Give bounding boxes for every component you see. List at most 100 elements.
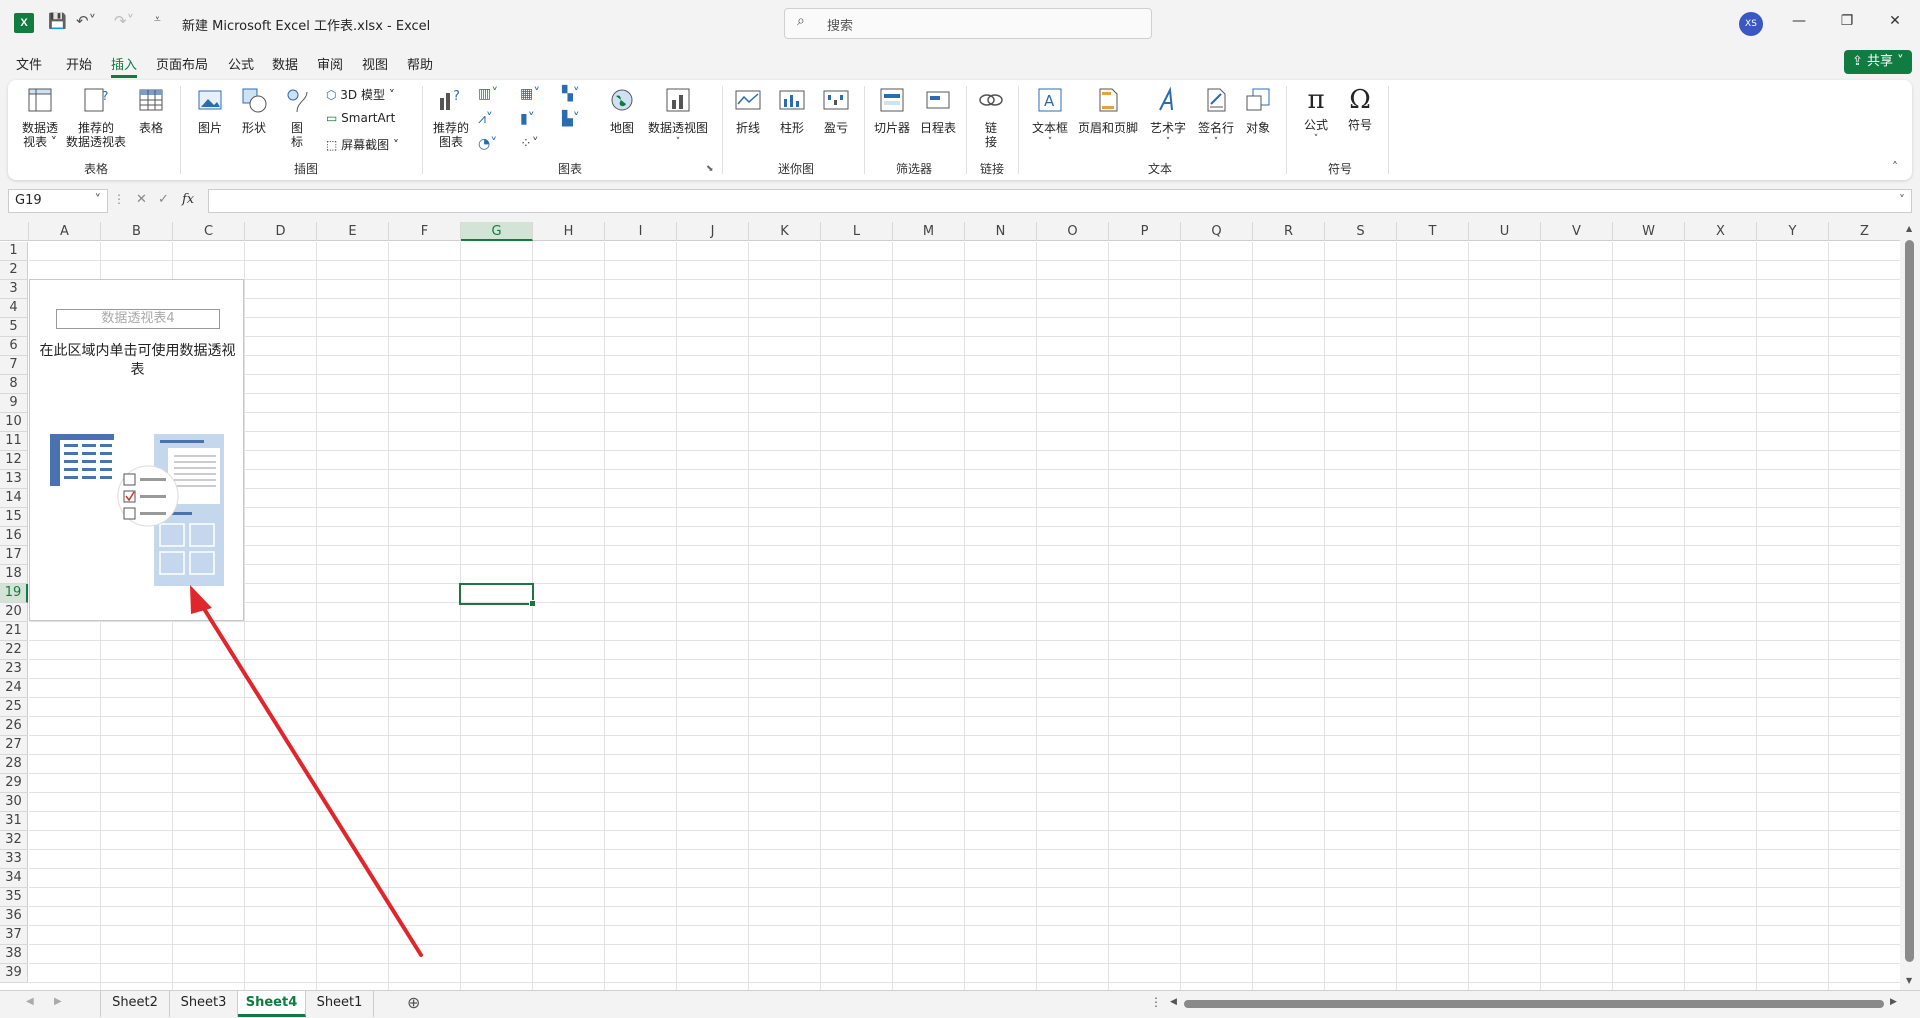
waterfall-chart-icon[interactable]: ▚˅ xyxy=(562,86,580,102)
sheet-tab-sheet2[interactable]: Sheet2 xyxy=(100,991,170,1017)
row-header[interactable]: 11 xyxy=(0,432,28,451)
row-header[interactable]: 4 xyxy=(0,299,28,318)
column-header[interactable]: S xyxy=(1325,222,1397,241)
column-header[interactable]: I xyxy=(605,222,677,241)
column-header[interactable]: X xyxy=(1685,222,1757,241)
tab-page-layout[interactable]: 页面布局 xyxy=(156,54,208,73)
hierarchy-chart-icon[interactable]: ▦˅ xyxy=(520,86,540,102)
row-header[interactable]: 23 xyxy=(0,660,28,679)
tab-file[interactable]: 文件 xyxy=(16,54,42,73)
column-header[interactable]: D xyxy=(245,222,317,241)
row-header[interactable]: 20 xyxy=(0,603,28,622)
pictures-button[interactable]: 图片 xyxy=(194,86,226,135)
column-header[interactable]: G xyxy=(461,222,533,241)
column-header[interactable]: E xyxy=(317,222,389,241)
header-footer-button[interactable]: 页眉和页脚 xyxy=(1076,86,1140,135)
more-options-icon[interactable]: ⋮ xyxy=(1150,995,1162,1009)
scroll-left-icon[interactable]: ◀ xyxy=(1170,997,1177,1007)
table-button[interactable]: 表格 xyxy=(134,86,168,135)
tab-insert[interactable]: 插入 xyxy=(111,54,138,78)
column-header[interactable]: Q xyxy=(1181,222,1253,241)
row-header[interactable]: 39 xyxy=(0,964,28,983)
signature-line-button[interactable]: 签名行 ˅ xyxy=(1194,86,1238,149)
pivot-table-placeholder[interactable]: 数据透视表4 在此区域内单击可使用数据透视表 xyxy=(29,279,244,621)
column-header[interactable]: O xyxy=(1037,222,1109,241)
column-header[interactable]: M xyxy=(893,222,965,241)
row-header[interactable]: 5 xyxy=(0,318,28,337)
vertical-scrollbar[interactable]: ▲ ▼ xyxy=(1900,222,1920,990)
tab-view[interactable]: 视图 xyxy=(362,54,388,73)
row-header[interactable]: 32 xyxy=(0,831,28,850)
minimize-icon[interactable]: — xyxy=(1784,13,1814,29)
sheet-tab-sheet3[interactable]: Sheet3 xyxy=(170,991,238,1017)
undo-icon[interactable]: ↶˅ xyxy=(76,12,96,30)
link-button[interactable]: 链 接 xyxy=(974,86,1008,149)
row-header[interactable]: 3 xyxy=(0,280,28,299)
row-header[interactable]: 15 xyxy=(0,508,28,527)
prev-sheet-icon[interactable]: ◀ xyxy=(26,996,34,1007)
scroll-down-icon[interactable]: ▼ xyxy=(1906,976,1912,985)
share-button[interactable]: ⇪ 共享 ˅ xyxy=(1844,50,1912,74)
column-header[interactable]: C xyxy=(173,222,245,241)
recommended-charts-button[interactable]: ? 推荐的 图表 xyxy=(432,86,470,149)
row-header[interactable]: 30 xyxy=(0,793,28,812)
pivotchart-button[interactable]: 数据透视图 ˅ xyxy=(646,86,710,149)
column-header[interactable]: P xyxy=(1109,222,1181,241)
column-header[interactable]: F xyxy=(389,222,461,241)
scatter-chart-icon[interactable]: ⁘˅ xyxy=(520,136,539,152)
object-button[interactable]: 对象 xyxy=(1240,86,1276,135)
sheet-tab-sheet4[interactable]: Sheet4 xyxy=(238,991,306,1017)
column-header[interactable]: H xyxy=(533,222,605,241)
add-sheet-icon[interactable]: ⊕ xyxy=(407,993,420,1012)
screenshot-button[interactable]: ⬚ 屏幕截图 ˅ xyxy=(326,136,399,153)
column-header[interactable]: U xyxy=(1469,222,1541,241)
column-header[interactable]: Z xyxy=(1829,222,1900,241)
tab-data[interactable]: 数据 xyxy=(272,54,298,73)
recommended-pivottable-button[interactable]: ? 推荐的 数据透视表 xyxy=(64,86,128,149)
column-header[interactable]: N xyxy=(965,222,1037,241)
row-header[interactable]: 9 xyxy=(0,394,28,413)
column-header[interactable]: T xyxy=(1397,222,1469,241)
row-header[interactable]: 10 xyxy=(0,413,28,432)
tab-home[interactable]: 开始 xyxy=(66,54,92,73)
row-header[interactable]: 14 xyxy=(0,489,28,508)
line-chart-icon[interactable]: ⩘˅ xyxy=(478,111,493,127)
vertical-scroll-thumb[interactable] xyxy=(1905,240,1914,962)
column-header[interactable]: K xyxy=(749,222,821,241)
timeline-button[interactable]: 日程表 xyxy=(918,86,958,135)
close-icon[interactable]: ✕ xyxy=(1880,13,1910,29)
pivottable-button[interactable]: 数据透 视表 ˅ xyxy=(18,86,62,149)
sparkline-winloss-button[interactable]: 盈亏 xyxy=(818,86,854,135)
collapse-ribbon-icon[interactable]: ˄ xyxy=(1892,160,1898,174)
row-header[interactable]: 24 xyxy=(0,679,28,698)
equation-button[interactable]: π 公式 ˅ xyxy=(1298,86,1334,146)
row-header[interactable]: 29 xyxy=(0,774,28,793)
expand-formula-icon[interactable]: ˅ xyxy=(1899,193,1905,207)
column-header[interactable]: A xyxy=(29,222,101,241)
column-header[interactable]: J xyxy=(677,222,749,241)
shapes-button[interactable]: 形状 xyxy=(238,86,270,135)
pie-chart-icon[interactable]: ◔˅ xyxy=(478,136,497,152)
row-header[interactable]: 36 xyxy=(0,907,28,926)
row-header[interactable]: 38 xyxy=(0,945,28,964)
smartart-button[interactable]: ▭ SmartArt xyxy=(326,111,395,125)
column-header[interactable]: B xyxy=(101,222,173,241)
formula-input[interactable]: ˅ xyxy=(208,189,1912,213)
row-header[interactable]: 12 xyxy=(0,451,28,470)
row-header[interactable]: 18 xyxy=(0,565,28,584)
customize-qat-icon[interactable]: ⩡ xyxy=(154,12,161,27)
row-header[interactable]: 28 xyxy=(0,755,28,774)
restore-icon[interactable]: ❐ xyxy=(1832,13,1862,29)
maps-button[interactable]: 地图 xyxy=(606,86,638,135)
column-header[interactable]: R xyxy=(1253,222,1325,241)
symbol-button[interactable]: Ω 符号 xyxy=(1342,86,1378,132)
row-header[interactable]: 8 xyxy=(0,375,28,394)
search-input[interactable]: ⌕ 搜索 xyxy=(784,8,1152,39)
sheet-tab-sheet1[interactable]: Sheet1 xyxy=(306,991,374,1017)
row-header[interactable]: 25 xyxy=(0,698,28,717)
3d-models-button[interactable]: ⬡ 3D 模型 ˅ xyxy=(326,86,395,103)
horizontal-scroll-thumb[interactable] xyxy=(1184,1000,1884,1008)
row-header[interactable]: 26 xyxy=(0,717,28,736)
column-header[interactable]: W xyxy=(1613,222,1685,241)
column-chart-icon[interactable]: ▥˅ xyxy=(478,86,498,102)
